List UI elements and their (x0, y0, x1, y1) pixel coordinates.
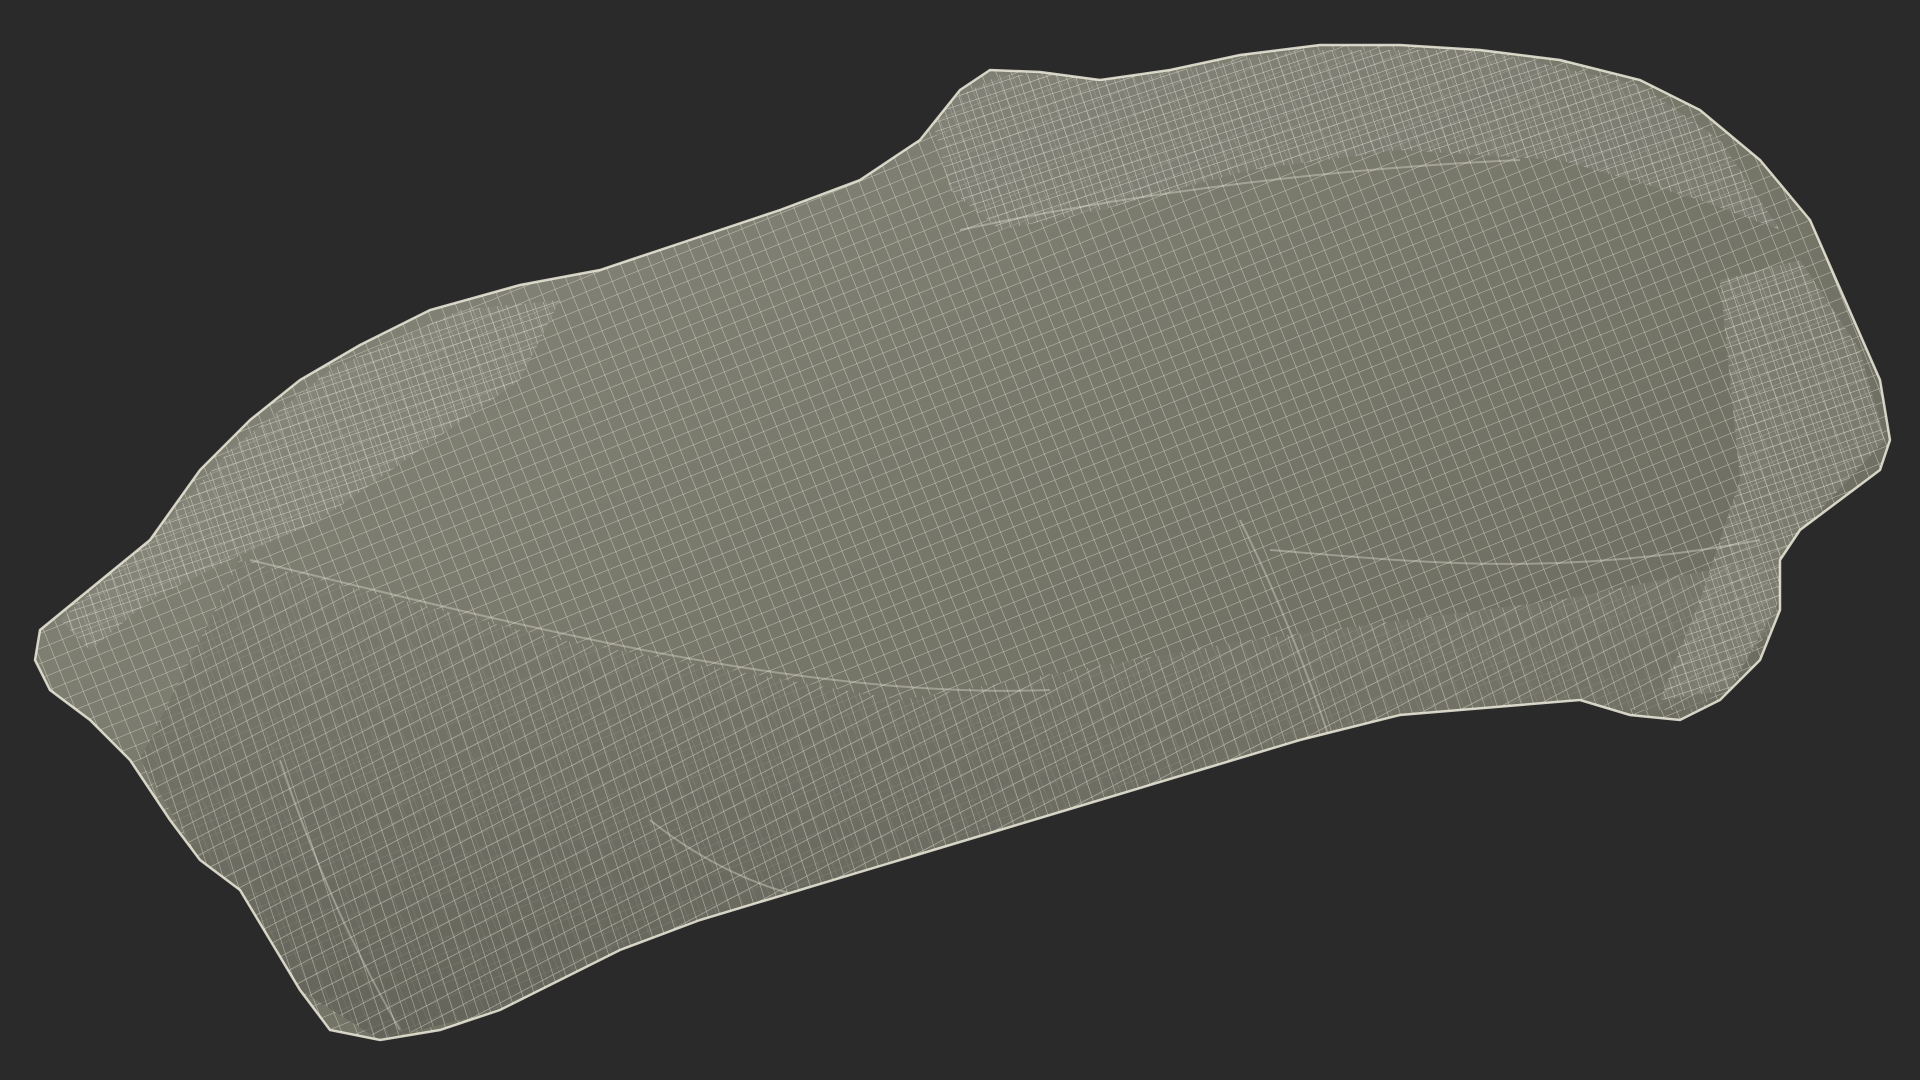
car-cover-wireframe-model (33, 43, 1892, 1042)
render-viewport (0, 0, 1920, 1080)
cover-mesh-regions (35, 45, 1890, 1040)
